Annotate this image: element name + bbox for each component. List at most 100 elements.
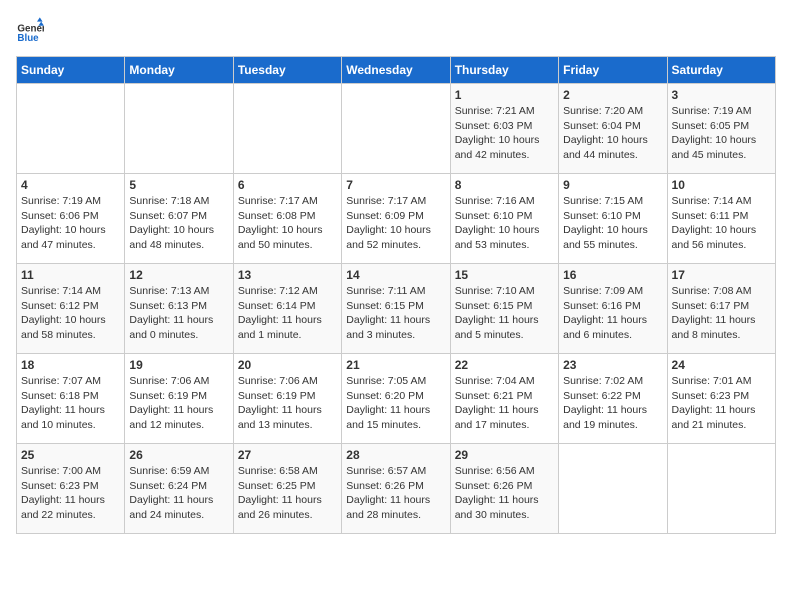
header-thursday: Thursday [450,57,558,84]
day-number: 10 [672,178,771,192]
day-cell: 9Sunrise: 7:15 AM Sunset: 6:10 PM Daylig… [559,174,667,264]
day-number: 13 [238,268,337,282]
day-info: Sunrise: 7:06 AM Sunset: 6:19 PM Dayligh… [129,374,228,433]
day-cell: 16 Sunrise: 7:09 AM Sunset: 6:16 PM Dayli… [559,264,667,354]
day-cell: 10 Sunrise: 7:14 AM Sunset: 6:11 PM Dayli… [667,174,775,264]
day-info: Sunrise: 7:14 AM Sunset: 6:12 PM Dayligh… [21,284,120,343]
week-row-4: 18 Sunrise: 7:07 AM Sunset: 6:18 PM Dayli… [17,354,776,444]
day-info: Sunrise: 7:21 AM Sunset: 6:03 PM Dayligh… [455,104,554,163]
day-cell: 18 Sunrise: 7:07 AM Sunset: 6:18 PM Dayli… [17,354,125,444]
day-cell: 8 Sunrise: 7:16 AM Sunset: 6:10 PM Daylig… [450,174,558,264]
header-monday: Monday [125,57,233,84]
day-cell: 23 Sunrise: 7:02 AM Sunset: 6:22 PM Dayli… [559,354,667,444]
week-row-3: 11 Sunrise: 7:14 AM Sunset: 6:12 PM Dayli… [17,264,776,354]
day-cell: 25 Sunrise: 7:00 AM Sunset: 6:23 PM Dayli… [17,444,125,534]
day-cell: 22Sunrise: 7:04 AM Sunset: 6:21 PM Dayli… [450,354,558,444]
day-cell: 14 Sunrise: 7:11 AM Sunset: 6:15 PM Dayli… [342,264,450,354]
day-number: 18 [21,358,120,372]
day-cell: 1 Sunrise: 7:21 AM Sunset: 6:03 PM Daylig… [450,84,558,174]
day-cell [342,84,450,174]
logo: General Blue [16,16,48,44]
day-info: Sunrise: 7:19 AM Sunset: 6:05 PM Dayligh… [672,104,771,163]
day-cell: 24Sunrise: 7:01 AM Sunset: 6:23 PM Dayli… [667,354,775,444]
week-row-1: 1 Sunrise: 7:21 AM Sunset: 6:03 PM Daylig… [17,84,776,174]
day-cell: 26 Sunrise: 6:59 AM Sunset: 6:24 PM Dayli… [125,444,233,534]
day-info: Sunrise: 6:56 AM Sunset: 6:26 PM Dayligh… [455,464,554,523]
header-friday: Friday [559,57,667,84]
day-cell: 11 Sunrise: 7:14 AM Sunset: 6:12 PM Dayli… [17,264,125,354]
day-number: 23 [563,358,662,372]
day-cell: 15 Sunrise: 7:10 AM Sunset: 6:15 PM Dayli… [450,264,558,354]
day-info: Sunrise: 6:59 AM Sunset: 6:24 PM Dayligh… [129,464,228,523]
logo-icon: General Blue [16,16,44,44]
day-cell: 20 Sunrise: 7:06 AM Sunset: 6:19 PM Dayli… [233,354,341,444]
day-number: 11 [21,268,120,282]
day-info: Sunrise: 7:08 AM Sunset: 6:17 PM Dayligh… [672,284,771,343]
day-number: 26 [129,448,228,462]
day-cell: 12 Sunrise: 7:13 AM Sunset: 6:13 PM Dayli… [125,264,233,354]
day-info: Sunrise: 7:13 AM Sunset: 6:13 PM Dayligh… [129,284,228,343]
svg-text:Blue: Blue [17,33,39,44]
day-number: 3 [672,88,771,102]
header-tuesday: Tuesday [233,57,341,84]
calendar-table: SundayMondayTuesdayWednesdayThursdayFrid… [16,56,776,534]
day-cell: 4Sunrise: 7:19 AM Sunset: 6:06 PM Daylig… [17,174,125,264]
day-info: Sunrise: 7:02 AM Sunset: 6:22 PM Dayligh… [563,374,662,433]
day-number: 6 [238,178,337,192]
day-number: 21 [346,358,445,372]
header-sunday: Sunday [17,57,125,84]
day-info: Sunrise: 6:58 AM Sunset: 6:25 PM Dayligh… [238,464,337,523]
day-cell [559,444,667,534]
day-number: 19 [129,358,228,372]
day-info: Sunrise: 7:05 AM Sunset: 6:20 PM Dayligh… [346,374,445,433]
day-number: 27 [238,448,337,462]
day-info: Sunrise: 7:15 AM Sunset: 6:10 PM Dayligh… [563,194,662,253]
day-cell: 17Sunrise: 7:08 AM Sunset: 6:17 PM Dayli… [667,264,775,354]
day-info: Sunrise: 7:17 AM Sunset: 6:08 PM Dayligh… [238,194,337,253]
day-cell [667,444,775,534]
day-cell: 19 Sunrise: 7:06 AM Sunset: 6:19 PM Dayli… [125,354,233,444]
day-info: Sunrise: 6:57 AM Sunset: 6:26 PM Dayligh… [346,464,445,523]
day-info: Sunrise: 7:12 AM Sunset: 6:14 PM Dayligh… [238,284,337,343]
day-cell: 5 Sunrise: 7:18 AM Sunset: 6:07 PM Daylig… [125,174,233,264]
week-row-2: 4Sunrise: 7:19 AM Sunset: 6:06 PM Daylig… [17,174,776,264]
day-number: 24 [672,358,771,372]
day-number: 15 [455,268,554,282]
day-number: 5 [129,178,228,192]
day-info: Sunrise: 7:10 AM Sunset: 6:15 PM Dayligh… [455,284,554,343]
day-cell [17,84,125,174]
day-cell [125,84,233,174]
day-number: 2 [563,88,662,102]
day-info: Sunrise: 7:18 AM Sunset: 6:07 PM Dayligh… [129,194,228,253]
day-info: Sunrise: 7:17 AM Sunset: 6:09 PM Dayligh… [346,194,445,253]
day-info: Sunrise: 7:06 AM Sunset: 6:19 PM Dayligh… [238,374,337,433]
day-cell: 6 Sunrise: 7:17 AM Sunset: 6:08 PM Daylig… [233,174,341,264]
day-info: Sunrise: 7:11 AM Sunset: 6:15 PM Dayligh… [346,284,445,343]
day-cell: 28 Sunrise: 6:57 AM Sunset: 6:26 PM Dayli… [342,444,450,534]
day-number: 29 [455,448,554,462]
day-number: 28 [346,448,445,462]
day-number: 25 [21,448,120,462]
day-cell: 2 Sunrise: 7:20 AM Sunset: 6:04 PM Daylig… [559,84,667,174]
day-info: Sunrise: 7:00 AM Sunset: 6:23 PM Dayligh… [21,464,120,523]
header-wednesday: Wednesday [342,57,450,84]
day-cell: 13 Sunrise: 7:12 AM Sunset: 6:14 PM Dayli… [233,264,341,354]
day-number: 14 [346,268,445,282]
day-number: 1 [455,88,554,102]
header-row: SundayMondayTuesdayWednesdayThursdayFrid… [17,57,776,84]
day-number: 12 [129,268,228,282]
day-info: Sunrise: 7:07 AM Sunset: 6:18 PM Dayligh… [21,374,120,433]
day-number: 16 [563,268,662,282]
day-info: Sunrise: 7:04 AM Sunset: 6:21 PM Dayligh… [455,374,554,433]
day-number: 8 [455,178,554,192]
day-info: Sunrise: 7:14 AM Sunset: 6:11 PM Dayligh… [672,194,771,253]
day-cell: 3 Sunrise: 7:19 AM Sunset: 6:05 PM Daylig… [667,84,775,174]
header-saturday: Saturday [667,57,775,84]
week-row-5: 25 Sunrise: 7:00 AM Sunset: 6:23 PM Dayli… [17,444,776,534]
day-info: Sunrise: 7:16 AM Sunset: 6:10 PM Dayligh… [455,194,554,253]
day-info: Sunrise: 7:09 AM Sunset: 6:16 PM Dayligh… [563,284,662,343]
day-cell: 27 Sunrise: 6:58 AM Sunset: 6:25 PM Dayli… [233,444,341,534]
day-number: 20 [238,358,337,372]
day-info: Sunrise: 7:20 AM Sunset: 6:04 PM Dayligh… [563,104,662,163]
day-cell: 7Sunrise: 7:17 AM Sunset: 6:09 PM Daylig… [342,174,450,264]
